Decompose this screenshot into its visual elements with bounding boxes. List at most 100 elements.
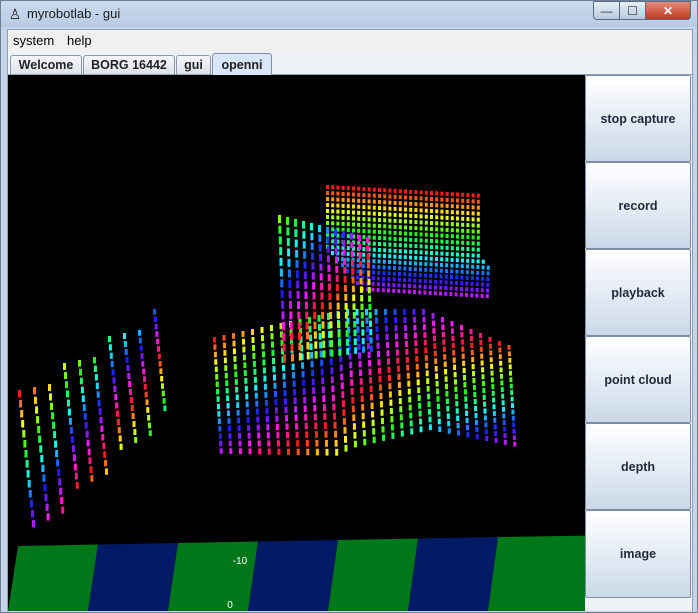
point-segment: [471, 270, 474, 275]
point-segment: [331, 245, 335, 250]
point-segment: [372, 436, 376, 444]
point-segment: [490, 363, 494, 369]
point-segment: [414, 214, 418, 219]
menu-system[interactable]: system: [13, 33, 54, 48]
point-segment: [130, 405, 134, 411]
point-segment: [279, 268, 283, 277]
point-segment: [422, 324, 426, 331]
point-segment: [428, 416, 432, 423]
point-segment: [326, 185, 329, 189]
point-segment: [511, 403, 514, 408]
point-segment: [248, 440, 252, 447]
point-segment: [444, 280, 448, 285]
tab-gui[interactable]: gui: [176, 55, 211, 74]
point-segment: [354, 347, 358, 354]
playback-button[interactable]: playback: [585, 249, 691, 336]
point-segment: [358, 252, 362, 259]
point-segment: [456, 234, 459, 239]
point-segment: [476, 241, 480, 246]
point-segment: [154, 323, 158, 330]
point-segment: [289, 322, 293, 330]
point-segment: [414, 226, 418, 231]
point-segment: [319, 341, 323, 349]
point-segment: [441, 324, 445, 330]
point-segment: [393, 200, 397, 205]
tab-welcome[interactable]: Welcome: [10, 55, 82, 74]
point-segment: [428, 285, 432, 290]
point-segment: [116, 418, 120, 426]
point-segment: [380, 401, 383, 408]
point-segment: [471, 259, 475, 264]
point-segment: [333, 421, 337, 429]
point-segment: [258, 448, 262, 455]
point-segment: [338, 339, 341, 347]
point-segment: [388, 254, 392, 259]
point-cloud-viewport[interactable]: -10 0: [8, 75, 585, 611]
point-segment: [512, 428, 516, 434]
point-segment: [378, 230, 381, 234]
depth-button[interactable]: depth: [585, 423, 691, 510]
close-button[interactable]: ✕: [645, 1, 691, 20]
point-segment: [413, 332, 417, 339]
point-segment: [367, 223, 371, 228]
point-segment: [439, 274, 443, 279]
point-segment: [404, 225, 407, 230]
tab-borg[interactable]: BORG 16442: [83, 55, 175, 74]
point-segment: [362, 217, 366, 222]
robot-icon[interactable]: ♙: [8, 5, 22, 23]
point-segment: [52, 421, 56, 429]
point-segment: [361, 329, 365, 336]
point-segment: [350, 379, 354, 386]
point-segment: [66, 399, 70, 407]
point-segment: [494, 437, 498, 443]
point-segment: [486, 288, 489, 293]
point-segment: [419, 226, 423, 231]
menu-help[interactable]: help: [67, 33, 92, 48]
point-segment: [138, 337, 142, 344]
minimize-button[interactable]: —: [593, 1, 620, 20]
maximize-button[interactable]: ☐: [619, 1, 646, 20]
point-cloud-button[interactable]: point cloud: [585, 336, 691, 423]
point-segment: [456, 192, 459, 197]
point-segment: [308, 325, 312, 333]
point-segment: [273, 382, 277, 389]
point-segment: [341, 209, 345, 214]
point-segment: [370, 402, 374, 409]
point-segment: [397, 373, 401, 380]
point-segment: [445, 197, 449, 202]
point-segment: [140, 353, 144, 359]
point-segment: [361, 320, 365, 328]
point-segment: [223, 350, 227, 356]
point-segment: [128, 381, 132, 387]
point-segment: [398, 189, 402, 194]
point-segment: [253, 376, 257, 383]
point-segment: [455, 281, 458, 285]
point-segment: [330, 376, 334, 384]
point-segment: [340, 373, 344, 381]
point-segment: [119, 443, 123, 450]
point-segment: [295, 423, 299, 430]
point-segment: [461, 252, 465, 257]
point-segment: [426, 385, 430, 392]
point-segment: [369, 345, 373, 352]
image-button[interactable]: image: [585, 510, 691, 598]
record-button[interactable]: record: [585, 162, 691, 249]
point-segment: [321, 377, 325, 385]
point-segment: [293, 389, 297, 396]
axis-label-minus-10: -10: [233, 556, 248, 567]
title-bar[interactable]: ♙ myrobotlab - gui — ☐ ✕: [1, 1, 697, 27]
point-segment: [346, 192, 350, 197]
point-segment: [326, 209, 329, 213]
point-segment: [254, 384, 258, 391]
point-segment: [410, 428, 414, 435]
point-segment: [383, 248, 387, 253]
point-segment: [344, 303, 348, 310]
point-segment: [346, 198, 350, 203]
point-segment: [460, 332, 464, 338]
point-segment: [331, 203, 335, 208]
tab-openni[interactable]: openni: [212, 53, 272, 75]
point-segment: [387, 277, 391, 282]
point-segment: [143, 376, 146, 383]
point-segment: [498, 354, 502, 360]
stop-capture-button[interactable]: stop capture: [585, 75, 691, 162]
